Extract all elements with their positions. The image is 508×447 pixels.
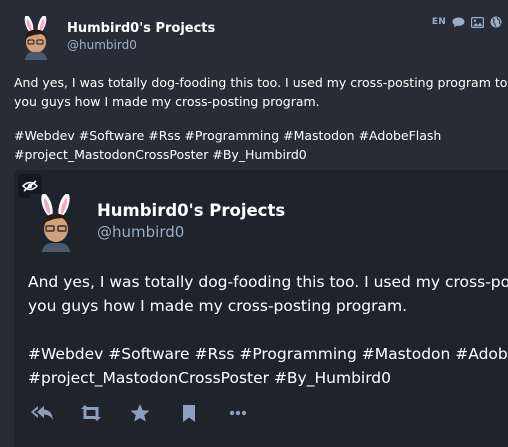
hashtag-list: #Webdev #Software #Rss #Programming #Mas… (14, 126, 508, 164)
reply-all-icon (31, 406, 53, 420)
status-post: Humbird0's Projects @humbird0 EN And yes… (0, 0, 508, 447)
status-meta: EN (432, 16, 502, 28)
embed-content-line: And yes, I was totally dog-fooding this … (28, 273, 508, 291)
embed-author-name: Humbird0's Projects (97, 201, 286, 220)
reply-all-button (30, 402, 54, 424)
boost-icon (81, 405, 101, 421)
embed-hashtag-line: #project_MastodonCrossPoster #By_Humbird… (28, 369, 392, 387)
globe-icon[interactable] (490, 16, 502, 28)
embed-content-line: you guys how I made my cross-posting pro… (28, 297, 407, 315)
embed-action-bar (30, 402, 275, 424)
embed-avatar (30, 194, 82, 252)
embed-content: And yes, I was totally dog-fooding this … (28, 270, 508, 318)
embed-author-handle: @humbird0 (97, 223, 185, 241)
hashtag-line[interactable]: #project_MastodonCrossPoster #By_Humbird… (14, 145, 508, 164)
avatar[interactable] (14, 16, 58, 60)
language-badge: EN (431, 17, 446, 27)
status-content-line: you guys how I made my cross-posting pro… (14, 94, 320, 109)
author-handle[interactable]: @humbird0 (67, 38, 137, 52)
author-display-name[interactable]: Humbird0's Projects (67, 21, 215, 36)
status-content-line: And yes, I was totally dog-fooding this … (14, 75, 508, 90)
hashtag-line[interactable]: #Webdev #Software #Rss #Programming #Mas… (14, 126, 508, 145)
bookmark-button (177, 402, 201, 424)
avatar-bunny-ears-icon (30, 194, 82, 252)
status-content: And yes, I was totally dog-fooding this … (14, 73, 508, 111)
embed-hashtag-list: #Webdev #Software #Rss #Programming #Mas… (28, 342, 508, 390)
bookmark-icon (183, 404, 195, 422)
more-options-button (226, 402, 250, 424)
favourite-button (128, 402, 152, 424)
eye-slash-icon (22, 180, 38, 192)
more-icon (229, 410, 247, 416)
avatar-bunny-ears-icon (14, 16, 58, 60)
boost-button (79, 402, 103, 424)
star-icon (130, 404, 150, 422)
image-icon (471, 16, 484, 28)
embed-hashtag-line: #Webdev #Software #Rss #Programming #Mas… (28, 345, 508, 363)
speech-bubble-icon (452, 17, 465, 27)
